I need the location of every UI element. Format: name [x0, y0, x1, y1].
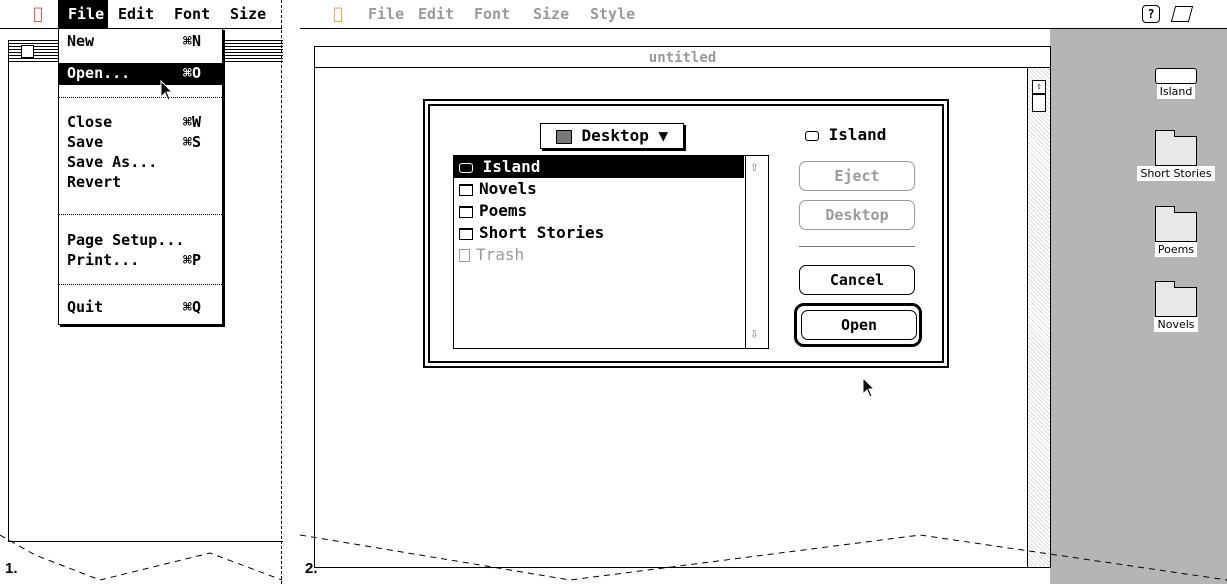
menu-size[interactable]: Size	[533, 5, 569, 23]
help-icon[interactable]: ?	[1142, 5, 1160, 23]
menu-file[interactable]: File	[68, 5, 104, 23]
window-titlebar: untitled	[315, 47, 1050, 68]
menu-font[interactable]: Font	[474, 5, 510, 23]
disk-icon	[1155, 68, 1197, 84]
file-list[interactable]: Island Novels Poems Short Stories Trash …	[453, 155, 769, 349]
scroll-thumb[interactable]	[1032, 94, 1046, 112]
list-item[interactable]: Short Stories	[454, 222, 744, 244]
desktop-icon-label: Novels	[1154, 317, 1198, 332]
open-button[interactable]: Open	[801, 310, 917, 340]
finder-icon[interactable]	[1170, 6, 1194, 22]
list-item[interactable]: Island	[454, 156, 744, 178]
folder-icon	[1155, 281, 1197, 317]
scroll-up-arrow-icon[interactable]: ⇧	[750, 159, 758, 175]
divider	[799, 246, 915, 247]
eject-button[interactable]: Eject	[799, 161, 915, 191]
menu-item-page-setup[interactable]: Page Setup...	[59, 230, 222, 250]
disk-icon	[805, 130, 819, 141]
cancel-button[interactable]: Cancel	[799, 265, 915, 295]
apple-icon[interactable]: 	[333, 4, 343, 23]
menu-item-close[interactable]: Close ⌘W	[59, 112, 222, 132]
cursor-icon	[862, 377, 876, 398]
folder-icon	[1155, 130, 1197, 166]
desktop-icon-island[interactable]: Island	[1136, 68, 1216, 99]
folder-icon	[1155, 206, 1197, 242]
menu-file[interactable]: File	[368, 5, 404, 23]
scroll-up-arrow-icon[interactable]: ⇧	[1032, 80, 1046, 94]
list-item[interactable]: Poems	[454, 200, 744, 222]
disk-icon	[459, 162, 473, 173]
folder-icon	[459, 227, 473, 240]
list-item[interactable]: Novels	[454, 178, 744, 200]
location-popup-label: Desktop	[581, 126, 649, 145]
menu-item-print[interactable]: Print... ⌘P	[59, 250, 222, 270]
scroll-down-arrow-icon[interactable]: ⇩	[750, 326, 758, 342]
window-title: untitled	[648, 50, 717, 66]
panel1-right-dashed-edge	[281, 0, 282, 584]
file-menu: New ⌘N Open... ⌘O Close ⌘W Save ⌘S Save As..…	[58, 28, 223, 325]
menu-item-new[interactable]: New ⌘N	[59, 31, 222, 51]
menu-separator	[59, 284, 222, 285]
panel1-torn-edge	[0, 534, 282, 581]
desktop-icon-label: Poems	[1154, 242, 1198, 257]
list-item: Trash	[454, 244, 744, 266]
menu-item-quit[interactable]: Quit ⌘Q	[59, 297, 222, 317]
desktop-icon-label: Island	[1156, 84, 1196, 99]
trash-icon	[459, 249, 470, 262]
menu-item-open[interactable]: Open... ⌘O	[59, 63, 222, 85]
cursor-icon	[160, 80, 174, 101]
menu-size[interactable]: Size	[230, 5, 266, 23]
desktop-icon	[555, 129, 572, 144]
list-scrollbar[interactable]: ⇧ ⇩	[745, 156, 768, 348]
desktop-icon-novels[interactable]: Novels	[1136, 281, 1216, 332]
close-box-icon[interactable]	[21, 45, 34, 58]
menu-item-revert[interactable]: Revert	[59, 172, 222, 192]
panel2-menubar:  File Edit Font Size Style ?	[300, 0, 1227, 29]
apple-icon[interactable]: 	[33, 4, 43, 23]
panel2-torn-edge	[300, 534, 1227, 581]
panel-1:  File Edit Font Size New⌘N Open...⌘O Cl…	[0, 0, 283, 584]
folder-icon	[459, 205, 473, 218]
desktop-icon-label: Short Stories	[1137, 166, 1215, 181]
desktop-button[interactable]: Desktop	[799, 200, 915, 230]
menu-style[interactable]: Style	[590, 5, 635, 23]
folder-icon	[459, 183, 473, 196]
menu-font[interactable]: Font	[174, 5, 210, 23]
location-popup[interactable]: Desktop ▼	[540, 123, 684, 149]
menu-edit[interactable]: Edit	[118, 5, 154, 23]
volume-name: Island	[828, 125, 887, 144]
panel1-caption: 1.	[5, 560, 18, 577]
vertical-scrollbar[interactable]: ⇧	[1027, 68, 1050, 567]
volume-label: Island	[805, 125, 886, 144]
menu-item-save-as[interactable]: Save As...	[59, 152, 222, 172]
panel-2:  File Edit Font Size Style ? untitled ⇧…	[300, 0, 1227, 584]
menu-item-save[interactable]: Save ⌘S	[59, 132, 222, 152]
menu-separator	[59, 214, 222, 215]
menu-edit[interactable]: Edit	[418, 5, 454, 23]
panel1-menubar:  File Edit Font Size	[0, 0, 282, 29]
menu-separator	[59, 97, 222, 98]
open-dialog: Desktop ▼ Island Island Novels Poems Sho…	[423, 99, 949, 368]
desktop-icon-short-stories[interactable]: Short Stories	[1126, 130, 1226, 181]
panel2-caption: 2.	[305, 560, 318, 577]
triangle-down-icon: ▼	[658, 126, 669, 145]
desktop-icon-poems[interactable]: Poems	[1136, 206, 1216, 257]
